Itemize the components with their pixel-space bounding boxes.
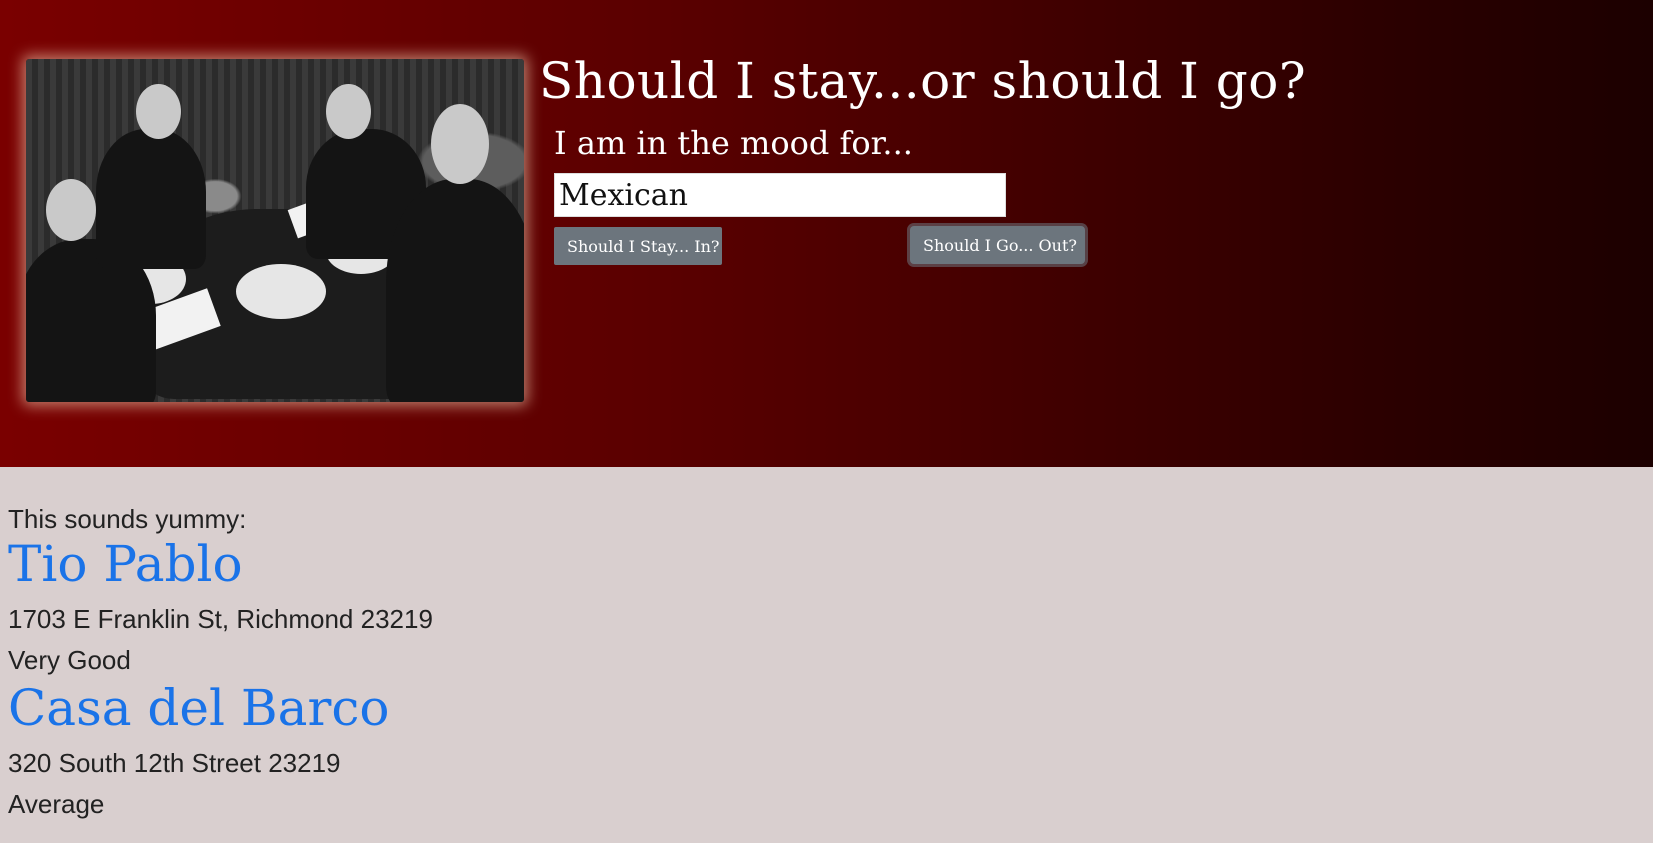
results-intro: This sounds yummy:: [8, 504, 247, 534]
go-out-button[interactable]: Should I Go... Out?: [910, 226, 1085, 264]
stay-in-button[interactable]: Should I Stay... In?: [554, 227, 722, 265]
photo-face: [46, 179, 96, 241]
restaurant-address: 1703 E Franklin St, Richmond 23219: [8, 604, 433, 634]
photo-face: [326, 84, 371, 139]
restaurant-item: Casa del Barco 320 South 12th Street 232…: [8, 677, 1608, 825]
photo-plate: [236, 264, 326, 319]
photo-person: [96, 129, 206, 269]
page-title: Should I stay...or should I go?: [539, 52, 1307, 110]
results-section: This sounds yummy: Tio Pablo 1703 E Fran…: [8, 497, 1608, 825]
mood-input[interactable]: [554, 173, 1006, 217]
mood-label: I am in the mood for...: [554, 124, 913, 162]
restaurant-name-link[interactable]: Tio Pablo: [8, 533, 1608, 595]
restaurant-name-link[interactable]: Casa del Barco: [8, 677, 1608, 739]
photo-face: [136, 84, 181, 139]
restaurant-address: 320 South 12th Street 23219: [8, 748, 341, 778]
restaurant-item: Tio Pablo 1703 E Franklin St, Richmond 2…: [8, 533, 1608, 681]
restaurant-rating: Average: [8, 789, 105, 819]
photo-face: [431, 104, 489, 184]
band-dinner-photo: [26, 59, 524, 402]
hero-banner: Should I stay...or should I go? I am in …: [0, 0, 1653, 467]
photo-person: [386, 179, 524, 402]
restaurant-rating: Very Good: [8, 645, 131, 675]
